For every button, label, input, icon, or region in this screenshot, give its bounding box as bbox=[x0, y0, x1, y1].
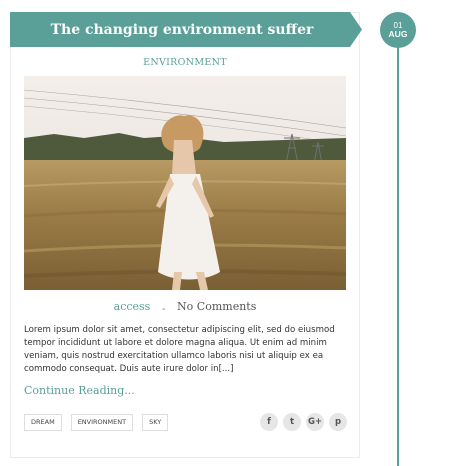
post-comments-link[interactable]: No Comments bbox=[177, 300, 256, 313]
timeline-line bbox=[397, 46, 399, 466]
facebook-icon[interactable]: f bbox=[260, 413, 278, 431]
continue-reading-link[interactable]: Continue Reading... bbox=[24, 384, 135, 397]
pinterest-icon[interactable]: p bbox=[329, 413, 347, 431]
tag-sky[interactable]: SKY bbox=[142, 414, 169, 431]
post-category[interactable]: ENVIRONMENT bbox=[10, 57, 360, 68]
post-tags: DREAM ENVIRONMENT SKY bbox=[24, 414, 169, 431]
post-title-ribbon[interactable]: The changing environment suffer bbox=[10, 12, 362, 47]
post-excerpt: Lorem ipsum dolor sit amet, consectetur … bbox=[24, 325, 335, 374]
post-author-link[interactable]: access bbox=[114, 300, 151, 313]
google-plus-icon[interactable]: G+ bbox=[306, 413, 324, 431]
post-meta: access - No Comments bbox=[10, 300, 360, 315]
post-featured-image[interactable] bbox=[24, 76, 346, 290]
post-date-badge: 01 AUG bbox=[380, 12, 416, 48]
post-title[interactable]: The changing environment suffer bbox=[51, 22, 314, 38]
tag-dream[interactable]: DREAM bbox=[24, 414, 62, 431]
twitter-icon[interactable]: t bbox=[283, 413, 301, 431]
share-buttons: f t G+ p bbox=[260, 413, 347, 431]
post-date-month: AUG bbox=[388, 29, 408, 39]
tag-environment[interactable]: ENVIRONMENT bbox=[70, 414, 134, 431]
meta-separator: - bbox=[161, 302, 166, 315]
